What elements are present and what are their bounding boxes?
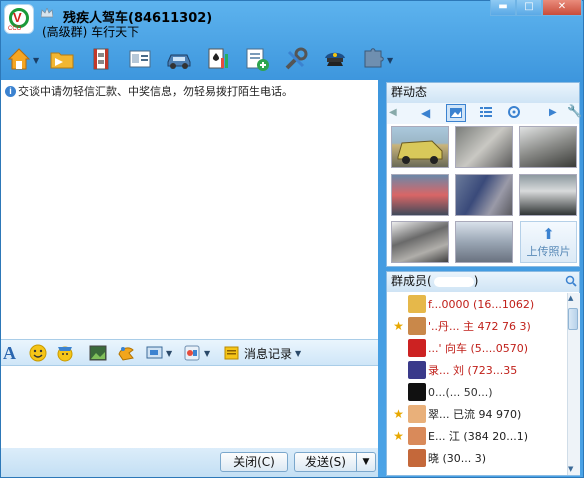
more-features-icon[interactable] xyxy=(183,343,201,363)
scroll-up-arrow[interactable]: ▲ xyxy=(568,294,573,302)
admin-star-icon: ★ xyxy=(393,429,404,443)
avatar xyxy=(408,427,426,445)
avatar xyxy=(408,405,426,423)
home-icon[interactable] xyxy=(4,44,34,74)
id-card-icon[interactable] xyxy=(125,44,155,74)
photo-thumbnail[interactable] xyxy=(455,174,513,216)
avatar xyxy=(408,295,426,313)
avatar xyxy=(408,317,426,335)
group-logo[interactable]: V CCO xyxy=(4,4,34,34)
member-name: f...0000 (16...1062) xyxy=(428,297,535,311)
member-row[interactable]: ★ E... 江 (384 20...1) xyxy=(392,426,528,446)
member-name: E... 江 (384 20...1) xyxy=(428,430,528,443)
photo-thumbnail[interactable] xyxy=(519,174,577,216)
member-name: ...' 向车 (5....0570) xyxy=(428,342,529,355)
group-subtitle: (高级群) 车行天下 xyxy=(42,25,140,39)
photo-thumbnail[interactable] xyxy=(391,174,449,216)
photo-thumbnail[interactable] xyxy=(391,126,449,168)
avatar xyxy=(408,361,426,379)
avatar xyxy=(408,449,426,467)
close-button[interactable]: 关闭(C) xyxy=(220,452,288,472)
info-icon: i xyxy=(5,85,16,97)
folder-icon[interactable] xyxy=(47,44,77,74)
settings-wrench-icon[interactable]: 🔧 xyxy=(567,104,582,118)
home-dropdown-icon[interactable]: ▼ xyxy=(33,56,39,65)
emoji-icon[interactable] xyxy=(29,343,47,363)
member-name: 翠... 已流 94 970) xyxy=(428,408,522,421)
puzzle-icon[interactable] xyxy=(358,44,388,74)
police-hat-icon[interactable] xyxy=(320,44,350,74)
add-note-icon[interactable] xyxy=(242,44,272,74)
close-window-button[interactable]: ✕ xyxy=(542,0,582,16)
crown-icon xyxy=(41,8,53,18)
group-members-title: 群成员() xyxy=(387,272,579,292)
photo-tab-icon[interactable] xyxy=(446,104,466,122)
history-clock-icon xyxy=(224,346,239,360)
admin-star-icon: ★ xyxy=(393,319,404,333)
photo-thumbnail[interactable] xyxy=(519,126,577,168)
car-icon[interactable] xyxy=(164,44,194,74)
member-name: 0...(... 50...) xyxy=(428,385,493,399)
member-row[interactable]: ...' 向车 (5....0570) xyxy=(392,338,528,358)
group-dynamics-title: 群动态 xyxy=(387,83,579,103)
image-icon[interactable] xyxy=(89,343,107,363)
more-tools-dropdown-icon[interactable]: ▼ xyxy=(387,56,393,65)
send-button[interactable]: 发送(S) xyxy=(294,452,356,472)
screenshot-icon[interactable] xyxy=(146,343,164,363)
screenshot-dropdown-icon[interactable]: ▼ xyxy=(166,343,172,363)
font-icon[interactable]: A xyxy=(3,343,16,363)
member-row[interactable]: ★ '..丹... 主 472 76 3) xyxy=(392,316,531,336)
photo-thumbnail[interactable] xyxy=(455,126,513,168)
member-row[interactable]: 晓 (30... 3) xyxy=(392,448,486,468)
member-name: 录... 刘 (723...35 xyxy=(428,364,518,377)
scroll-down-arrow[interactable]: ▼ xyxy=(568,465,573,473)
search-icon[interactable] xyxy=(565,275,577,290)
message-input[interactable] xyxy=(1,366,378,448)
speaker-icon[interactable]: ◀ xyxy=(421,106,430,120)
avatar xyxy=(408,339,426,357)
tools-icon[interactable] xyxy=(281,44,311,74)
member-name: 晓 (30... 3) xyxy=(428,452,487,465)
poker-icon[interactable] xyxy=(203,44,233,74)
scroll-left-icon[interactable]: ◀ xyxy=(389,107,397,118)
scroll-right-icon[interactable]: ▶ xyxy=(549,107,557,118)
members-scroll-thumb[interactable] xyxy=(568,308,578,330)
upload-photo-button[interactable]: ⬆ 上传照片 xyxy=(520,221,577,263)
maximize-button[interactable]: □ xyxy=(516,0,542,16)
message-history-button[interactable]: 消息记录 ▼ xyxy=(224,343,301,363)
list-icon[interactable] xyxy=(479,105,493,122)
film-icon[interactable] xyxy=(86,44,116,74)
more-features-dropdown-icon[interactable]: ▼ xyxy=(204,343,210,363)
gift-icon[interactable] xyxy=(117,343,135,363)
message-display-area[interactable] xyxy=(1,80,378,339)
member-row[interactable]: ★ 翠... 已流 94 970) xyxy=(392,404,521,424)
member-row[interactable]: 0...(... 50...) xyxy=(392,382,493,402)
security-notice: i 交谈中请勿轻信汇款、中奖信息，勿轻易拨打陌生电话。 xyxy=(5,83,293,99)
admin-star-icon: ★ xyxy=(393,407,404,421)
magic-emoji-icon[interactable] xyxy=(56,343,74,363)
photo-thumbnail[interactable] xyxy=(391,221,449,263)
message-history-label: 消息记录 xyxy=(244,346,293,361)
minimize-button[interactable]: ▬ xyxy=(490,0,516,16)
refresh-icon[interactable] xyxy=(507,105,521,122)
member-name: '..丹... 主 472 76 3) xyxy=(428,320,531,333)
avatar xyxy=(408,383,426,401)
upload-arrow-icon: ⬆ xyxy=(542,225,555,243)
member-row[interactable]: 录... 刘 (723...35 xyxy=(392,360,517,380)
send-options-dropdown[interactable]: ▼ xyxy=(356,452,376,472)
member-row[interactable]: f...0000 (16...1062) xyxy=(392,294,534,314)
security-notice-text: 交谈中请勿轻信汇款、中奖信息，勿轻易拨打陌生电话。 xyxy=(18,85,293,98)
photo-thumbnail[interactable] xyxy=(455,221,513,263)
history-dropdown-icon[interactable]: ▼ xyxy=(295,349,301,358)
